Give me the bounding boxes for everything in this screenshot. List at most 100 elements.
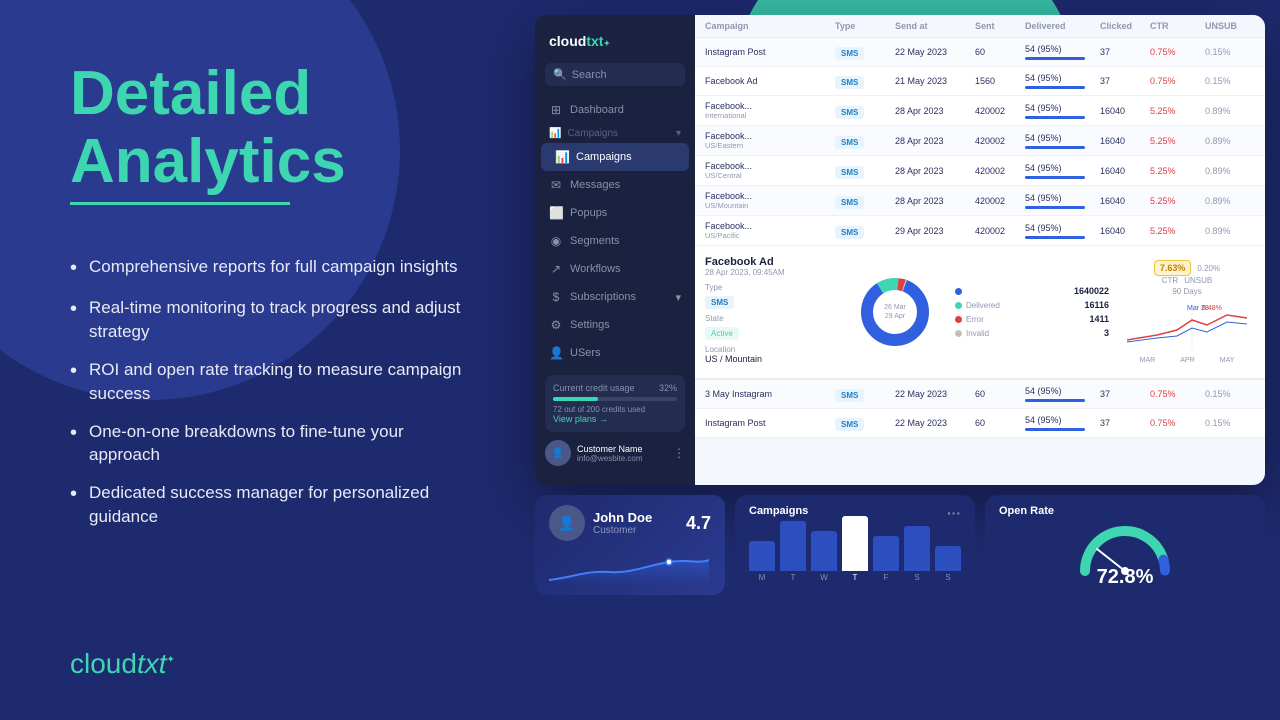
cell-ctr: 0.75% (1150, 47, 1205, 57)
cell-ctr: 5.25% (1150, 136, 1205, 146)
cell-ctr: 0.75% (1150, 418, 1205, 428)
user-card-info: John Doe Customer (593, 510, 652, 536)
stat-dot (955, 316, 962, 323)
cell-campaign: Facebook Ad (705, 76, 835, 86)
headline: Detailed Analytics (70, 60, 475, 205)
cell-sendat: 28 Apr 2023 (895, 136, 975, 146)
dashboard-icon: ⊞ (549, 103, 563, 117)
col-sent: Sent (975, 21, 1025, 31)
feature-item: Real-time monitoring to track progress a… (70, 296, 475, 344)
campaigns-menu-icon[interactable]: ··· (947, 505, 961, 521)
openrate-value: 72.8% (1097, 566, 1154, 589)
col-campaign: Campaign (705, 21, 835, 31)
expanded-left: Facebook Ad 28 Apr 2023, 09:45AM Type SM… (705, 256, 835, 368)
stat-dot (955, 302, 962, 309)
cell-sendat: 28 Apr 2023 (895, 166, 975, 176)
cell-sent: 420002 (975, 226, 1025, 236)
popups-icon: ⬜ (549, 206, 563, 220)
openrate-title: Open Rate (999, 505, 1251, 517)
stat-dot (955, 330, 962, 337)
left-panel: Detailed Analytics Comprehensive reports… (0, 0, 535, 720)
cell-clicked: 37 (1100, 389, 1150, 399)
bottom-cards: 👤 John Doe Customer 4.7 (535, 495, 1265, 595)
stat-row-error: Error 1411 (955, 314, 1109, 324)
chevron-sub-icon: ▾ (675, 291, 681, 304)
logo: cloudtxt✦ (70, 648, 175, 679)
cell-campaign: Instagram Post (705, 47, 835, 57)
cell-sendat: 28 Apr 2023 (895, 106, 975, 116)
cell-type: SMS (835, 162, 895, 180)
settings-icon: ⚙ (549, 318, 563, 332)
db-logo: cloudtxt✦ (535, 27, 695, 63)
credit-bar-bg (553, 397, 677, 401)
headline-underline (70, 202, 290, 205)
expanded-state: State Active (705, 314, 835, 341)
sidebar-item-popups[interactable]: ⬜ Popups (535, 199, 695, 227)
db-sidebar: cloudtxt✦ 🔍 Search ⊞ Dashboard 📊 Campaig… (535, 15, 695, 485)
cell-campaign: Instagram Post (705, 418, 835, 428)
view-plans-link[interactable]: View plans → (553, 414, 677, 424)
table-row: Facebook... US/Mountain SMS 28 Apr 2023 … (695, 186, 1265, 216)
cell-delivered: 54 (95%) (1025, 223, 1100, 239)
sidebar-item-messages[interactable]: ✉ Messages (535, 171, 695, 199)
table-row: Facebook Ad SMS 21 May 2023 1560 54 (95%… (695, 67, 1265, 96)
expanded-row: Facebook Ad 28 Apr 2023, 09:45AM Type SM… (695, 246, 1265, 380)
user-menu-icon[interactable]: ⋮ (673, 446, 685, 460)
sidebar-item-workflows[interactable]: ↗ Workflows (535, 255, 695, 283)
sidebar-item-users[interactable]: 👤 USers (535, 339, 695, 367)
mini-chart-area: Mar 28 6.48% MAR APR MAY (1127, 300, 1247, 350)
svg-text:29 Apr: 29 Apr (885, 313, 906, 320)
user-name: Customer Name (577, 444, 667, 454)
cell-sendat: 22 May 2023 (895, 389, 975, 399)
expanded-location: Location US / Mountain (705, 345, 835, 364)
donut-svg: 26 Mar 29 Apr (855, 272, 935, 352)
cell-sent: 60 (975, 389, 1025, 399)
cell-delivered: 54 (95%) (1025, 73, 1100, 89)
user-avatar: 👤 (545, 440, 571, 466)
credit-usage-box: Current credit usage 32% 72 out of 200 c… (545, 375, 685, 432)
cell-sendat: 22 May 2023 (895, 418, 975, 428)
table-row: 3 May Instagram SMS 22 May 2023 60 54 (9… (695, 380, 1265, 409)
cell-delivered: 54 (95%) (1025, 44, 1100, 60)
cell-sent: 60 (975, 418, 1025, 428)
search-placeholder: Search (572, 69, 607, 81)
subscriptions-icon: $ (549, 290, 563, 304)
db-search-bar[interactable]: 🔍 Search (545, 63, 685, 86)
sidebar-item-settings[interactable]: ⚙ Settings (535, 311, 695, 339)
openrate-card: Open Rate 72.8% (985, 495, 1265, 595)
user-info: Customer Name info@wesbite.com (577, 444, 667, 463)
table-row: Facebook... US/Central SMS 28 Apr 2023 4… (695, 156, 1265, 186)
cell-unsub: 0.89% (1205, 106, 1255, 116)
stat-row-invalid: Invalid 3 (955, 328, 1109, 338)
col-delivered: Delivered (1025, 21, 1100, 31)
ctr-badge: 7.63% (1154, 260, 1192, 276)
sidebar-item-dashboard[interactable]: ⊞ Dashboard (535, 96, 695, 124)
dashboard-screenshot: cloudtxt✦ 🔍 Search ⊞ Dashboard 📊 Campaig… (535, 15, 1265, 485)
campaigns-icon: 📊 (555, 150, 569, 164)
cell-type: SMS (835, 43, 895, 61)
cell-campaign: Facebook... US/Pacific (705, 221, 835, 240)
cell-unsub: 0.89% (1205, 226, 1255, 236)
sidebar-item-segments[interactable]: ◉ Segments (535, 227, 695, 255)
cell-sendat: 28 Apr 2023 (895, 196, 975, 206)
col-ctr: CTR (1150, 21, 1205, 31)
user-email: info@wesbite.com (577, 454, 667, 463)
col-clicked: Clicked (1100, 21, 1150, 31)
cell-type: SMS (835, 192, 895, 210)
cell-clicked: 37 (1100, 47, 1150, 57)
unsub-val: 0.20% (1197, 264, 1220, 273)
credit-label: Current credit usage 32% (553, 383, 677, 393)
bar-item: S (935, 546, 961, 582)
svg-text:6.48%: 6.48% (1202, 305, 1222, 312)
sidebar-group-campaigns: 📊 Campaigns ▾ (535, 124, 695, 143)
stat-row-total: 1640022 (955, 286, 1109, 296)
sidebar-item-subscriptions[interactable]: $ Subscriptions ▾ (535, 283, 695, 311)
headline-title: Detailed Analytics (70, 60, 475, 196)
cell-unsub: 0.15% (1205, 47, 1255, 57)
cell-sent: 1560 (975, 76, 1025, 86)
sidebar-item-campaigns[interactable]: 📊 Campaigns (541, 143, 689, 171)
table-header: Campaign Type Send at Sent Delivered Cli… (695, 15, 1265, 38)
feature-item: Comprehensive reports for full campaign … (70, 255, 475, 282)
cell-ctr: 5.25% (1150, 226, 1205, 236)
cell-unsub: 0.15% (1205, 76, 1255, 86)
